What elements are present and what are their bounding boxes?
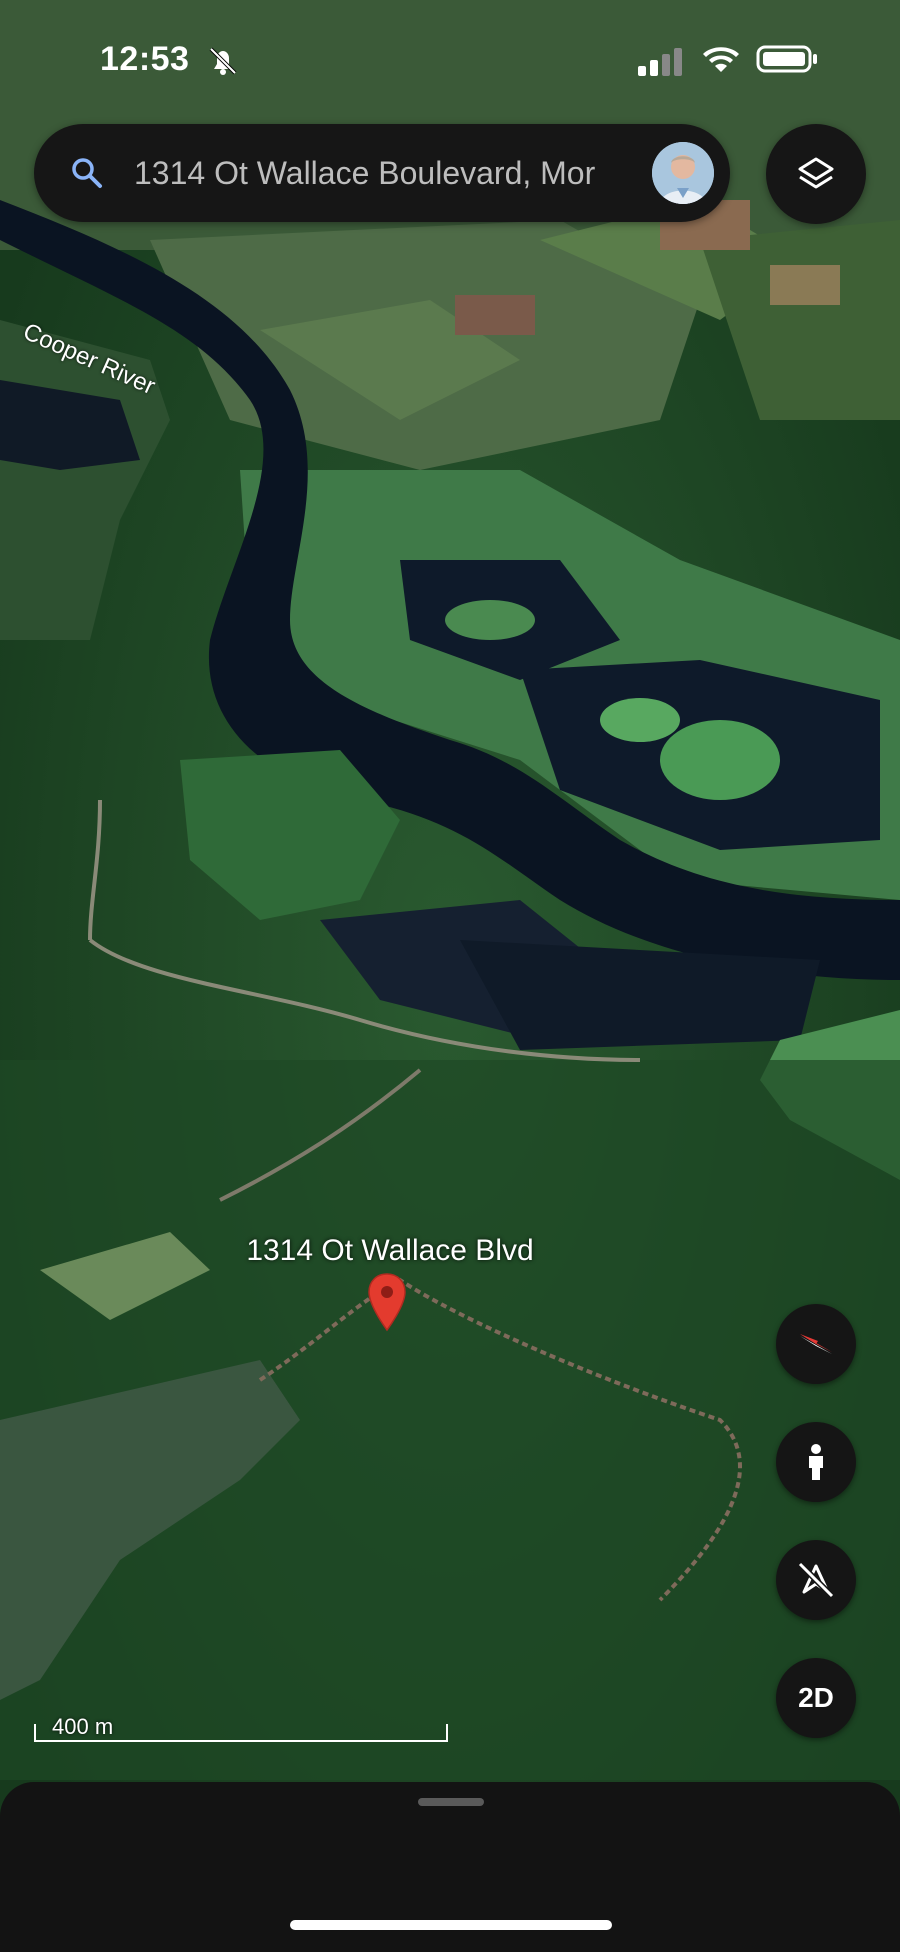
compass-icon (800, 1334, 832, 1354)
view-mode-2d-button[interactable]: 2D (776, 1658, 856, 1738)
wifi-icon (703, 47, 739, 72)
pegman-icon (809, 1444, 823, 1480)
location-pin-icon[interactable] (366, 1272, 408, 1334)
home-indicator[interactable] (290, 1920, 612, 1930)
tilt-toggle-button[interactable] (776, 1540, 856, 1620)
street-view-button[interactable] (776, 1422, 856, 1502)
bell-slash-icon (209, 47, 237, 75)
scale-line (34, 1740, 446, 1742)
layers-icon (798, 157, 834, 189)
tilt-off-icon (797, 1561, 835, 1599)
battery-icon (756, 45, 817, 73)
scale-label: 400 m (52, 1714, 114, 1739)
layers-button[interactable] (766, 124, 866, 224)
search-icon (72, 158, 102, 188)
place-label: 1314 Ot Wallace Blvd (246, 1234, 534, 1267)
scale-tick-right (446, 1724, 448, 1742)
satellite-map[interactable] (0, 0, 900, 1952)
scale-bar: 400 m (34, 1712, 448, 1742)
sheet-drag-handle[interactable] (418, 1798, 484, 1806)
search-bar[interactable] (34, 124, 730, 222)
search-input[interactable] (134, 146, 674, 200)
cellular-signal-icon (638, 48, 682, 76)
status-bar: 12:53 (0, 0, 900, 110)
compass-button[interactable] (776, 1304, 856, 1384)
user-avatar[interactable] (652, 142, 714, 204)
status-time: 12:53 (100, 40, 190, 78)
